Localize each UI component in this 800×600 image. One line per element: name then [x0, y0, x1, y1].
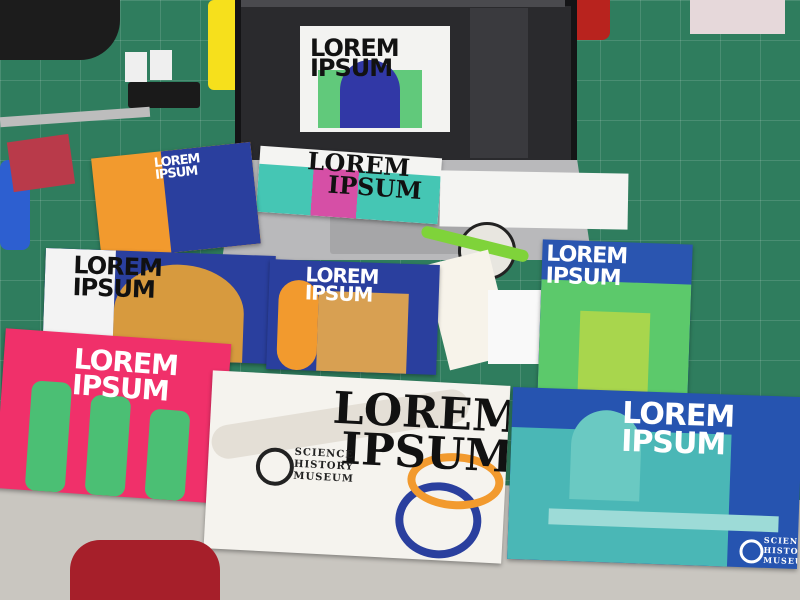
screen-title: LOREM IPSUM: [310, 34, 400, 83]
museum-logo-icon: [739, 539, 764, 564]
power-plug: [125, 52, 147, 82]
poster-subtitle: IPSUM: [545, 263, 621, 292]
power-plug: [150, 50, 172, 80]
museum-logo-icon: [254, 446, 295, 487]
poster-subtitle: IPSUM: [339, 423, 511, 484]
poster-subtitle: IPSUM: [304, 280, 373, 307]
poster-subtitle: IPSUM: [620, 423, 726, 463]
poster-on-keyboard: LOREM IPSUM: [255, 145, 443, 225]
red-fabric: [70, 540, 220, 600]
screen-titlebar: [241, 0, 565, 7]
poster-subtitle: IPSUM: [70, 368, 170, 408]
poster-center: LOREM IPSUM: [266, 259, 440, 375]
museum-name-line3: MUSEUM: [293, 470, 355, 485]
museum-name-line3: MUSEUM: [763, 554, 800, 567]
poster-subtitle: IPSUM: [154, 163, 199, 183]
poster-subtitle: IPSUM: [327, 169, 423, 206]
design-app-panel: [470, 8, 528, 158]
poster-subtitle: IPSUM: [72, 272, 156, 304]
power-strip: [128, 82, 200, 108]
poster-art: [84, 394, 132, 497]
poster-museum: LOREM IPSUM SCIENCE HISTORY MUSEUM: [203, 370, 511, 564]
poster-art: [144, 408, 191, 502]
black-bag: [0, 0, 120, 60]
blank-paper: [439, 170, 629, 230]
poster-orange-navy: LOREM IPSUM: [91, 141, 261, 261]
red-print-scrap: [6, 133, 76, 193]
poster-art: [24, 380, 73, 493]
poster-teal: LOREM IPSUM SCIENCE HISTORY MUSEUM: [507, 386, 800, 570]
poster-pink: LOREM IPSUM: [0, 328, 232, 504]
sketchbook: [690, 0, 785, 34]
poster-lime: LOREM IPSUM: [537, 239, 693, 405]
